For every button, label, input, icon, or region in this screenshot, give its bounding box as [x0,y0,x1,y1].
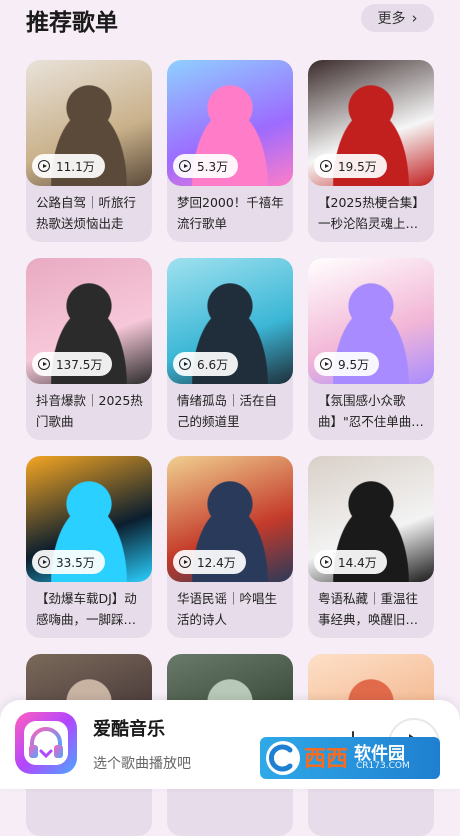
watermark-url: CR173.COM [356,761,410,771]
play-circle-icon [320,160,332,172]
play-count: 5.3万 [197,159,229,174]
playlist-card[interactable]: 12.4万华语民谣｜吟唱生活的诗人 [167,456,293,638]
playlist-card[interactable]: 19.5万【2025热梗合集】一秒沦陷灵魂上… [308,60,434,242]
play-count: 11.1万 [56,159,95,174]
play-circle-icon [179,358,191,370]
playlist-cover[interactable]: 137.5万 [26,258,152,384]
play-circle-icon [179,160,191,172]
app-logo [15,712,77,774]
playlist-card[interactable]: 6.6万情绪孤岛｜活在自己的频道里 [167,258,293,440]
play-count-badge: 11.1万 [32,154,105,178]
playlist-cover[interactable]: 19.5万 [308,60,434,186]
playlist-title: 华语民谣｜吟唱生活的诗人 [177,591,278,627]
watermark-brand: 西西 [304,747,349,772]
play-circle-icon [320,358,332,370]
playlist-title [36,786,146,828]
section-title: 推荐歌单 [26,10,118,36]
watermark-logo [266,741,300,775]
play-count-badge: 33.5万 [32,550,105,574]
playlist-cover[interactable]: 5.3万 [167,60,293,186]
playlist-title [318,786,428,828]
play-count: 12.4万 [197,555,236,570]
watermark: 西西 软件园 CR173.COM [260,737,440,779]
header: 推荐歌单 更多 › [0,0,460,44]
play-count-badge: 6.6万 [173,352,239,376]
play-count: 19.5万 [338,159,377,174]
more-label: 更多 [377,11,406,27]
play-count: 14.4万 [338,555,377,570]
chevron-right-icon: › [411,9,418,27]
playlist-card[interactable]: 137.5万抖音爆款｜2025热门歌曲 [26,258,152,440]
play-circle-icon [38,358,50,370]
playlist-cover[interactable]: 12.4万 [167,456,293,582]
play-count-badge: 137.5万 [32,352,113,376]
play-circle-icon [320,556,332,568]
playlist-title: 【氛围感小众歌曲】"忍不住单曲… [318,393,424,429]
playlist-title: 抖音爆款｜2025热门歌曲 [36,393,143,429]
play-count: 9.5万 [338,357,370,372]
app-name: 爱酷音乐 [93,719,165,740]
playlist-card[interactable]: 11.1万公路自驾｜听旅行热歌送烦恼出走 [26,60,152,242]
play-count-badge: 9.5万 [314,352,380,376]
headphones-icon [24,721,68,765]
play-count: 33.5万 [56,555,95,570]
playlist-title: 【劲爆车载DJ】动感嗨曲，一脚踩… [36,591,137,627]
play-count: 137.5万 [56,357,103,372]
playlist-card[interactable]: 9.5万【氛围感小众歌曲】"忍不住单曲… [308,258,434,440]
playlist-title: 【2025热梗合集】一秒沦陷灵魂上… [318,195,425,231]
playlist-card[interactable]: 33.5万【劲爆车载DJ】动感嗨曲，一脚踩… [26,456,152,638]
playlist-cover[interactable]: 14.4万 [308,456,434,582]
playlist-cover[interactable]: 33.5万 [26,456,152,582]
playlist-card[interactable]: 5.3万梦回2000！千禧年流行歌单 [167,60,293,242]
play-count-badge: 19.5万 [314,154,387,178]
playlist-cover[interactable]: 9.5万 [308,258,434,384]
playlist-title: 粤语私藏｜重温往事经典，唤醒旧… [318,591,419,627]
playlist-card[interactable]: 14.4万粤语私藏｜重温往事经典，唤醒旧… [308,456,434,638]
more-button[interactable]: 更多 › [361,4,434,32]
player-hint: 选个歌曲播放吧 [93,756,191,772]
play-circle-icon [179,556,191,568]
play-circle-icon [38,556,50,568]
play-count-badge: 12.4万 [173,550,246,574]
playlist-title: 公路自驾｜听旅行热歌送烦恼出走 [36,195,137,231]
play-count-badge: 5.3万 [173,154,239,178]
playlist-title: 情绪孤岛｜活在自己的频道里 [177,393,278,429]
play-circle-icon [38,160,50,172]
play-count: 6.6万 [197,357,229,372]
play-count-badge: 14.4万 [314,550,387,574]
playlist-cover[interactable]: 6.6万 [167,258,293,384]
playlist-title: 梦回2000！千禧年流行歌单 [177,195,284,231]
playlist-cover[interactable]: 11.1万 [26,60,152,186]
playlist-title [177,786,287,828]
